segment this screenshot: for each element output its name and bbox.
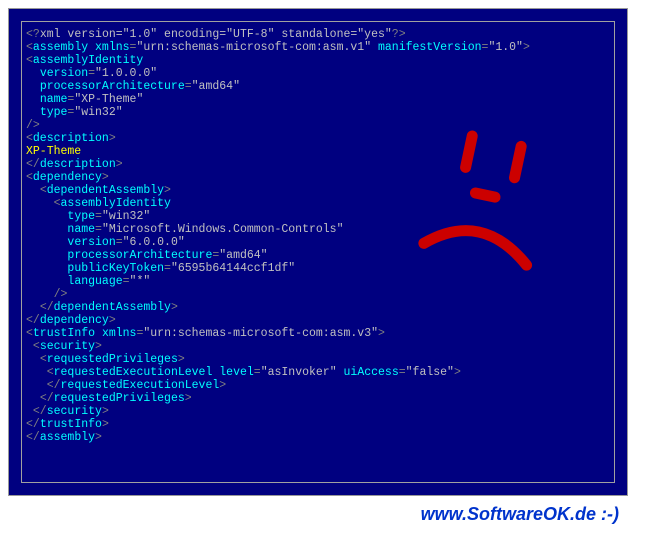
dep-procarch-attr: processorArchitecture xyxy=(67,249,212,262)
description-close: description xyxy=(40,158,116,171)
dependentassembly-open: dependentAssembly xyxy=(47,184,164,197)
dep-version-attr: version xyxy=(67,236,115,249)
security-open: security xyxy=(40,340,95,353)
dep-procarch-val: "amd64" xyxy=(219,249,267,262)
xmlns-attr: xmlns xyxy=(95,41,130,54)
rel-open: requestedExecutionLevel xyxy=(54,366,213,379)
uiaccess-attr: uiAccess xyxy=(344,366,399,379)
requestedprivileges-close: requestedPrivileges xyxy=(54,392,185,405)
xml-decl-close: ?> xyxy=(392,28,406,41)
manifestversion-attr: manifestVersion xyxy=(378,41,482,54)
assemblyidentity-tag: assemblyIdentity xyxy=(33,54,143,67)
description-text: XP-Theme xyxy=(26,145,81,158)
ti-xmlns-val: "urn:schemas-microsoft-com:asm.v3" xyxy=(143,327,378,340)
lang-attr: language xyxy=(67,275,122,288)
trustinfo-close: trustInfo xyxy=(40,418,102,431)
lang-val: "*" xyxy=(130,275,151,288)
dep-type-attr: type xyxy=(67,210,95,223)
description-open: description xyxy=(33,132,109,145)
dep-name-val: "Microsoft.Windows.Common-Controls" xyxy=(102,223,344,236)
xml-code: <?xml version="1.0" encoding="UTF-8" sta… xyxy=(26,28,610,444)
dependency-open: dependency xyxy=(33,171,102,184)
name-val: "XP-Theme" xyxy=(74,93,143,106)
assembly-tag: assembly xyxy=(33,41,88,54)
uiaccess-val: "false" xyxy=(406,366,454,379)
level-val: "asInvoker" xyxy=(261,366,337,379)
type-val: "win32" xyxy=(74,106,122,119)
assembly-close: assembly xyxy=(40,431,95,444)
footer-watermark: www.SoftwareOK.de :-) xyxy=(421,504,619,525)
dependency-close: dependency xyxy=(40,314,109,327)
xml-decl-attrs: version="1.0" encoding="UTF-8" standalon… xyxy=(61,28,392,41)
requestedprivileges-open: requestedPrivileges xyxy=(47,353,178,366)
xml-decl-name: xml xyxy=(40,28,61,41)
dep-name-attr: name xyxy=(67,223,95,236)
trustinfo-open: trustInfo xyxy=(33,327,95,340)
version-attr: version xyxy=(40,67,88,80)
pkt-attr: publicKeyToken xyxy=(67,262,164,275)
pkt-val: "6595b64144ccf1df" xyxy=(171,262,295,275)
dep-type-val: "win32" xyxy=(102,210,150,223)
procarch-attr: processorArchitecture xyxy=(40,80,185,93)
level-attr: level xyxy=(219,366,254,379)
dependentassembly-close: dependentAssembly xyxy=(54,301,171,314)
security-close: security xyxy=(47,405,102,418)
console-window: <?xml version="1.0" encoding="UTF-8" sta… xyxy=(8,8,628,496)
dep-assemblyidentity: assemblyIdentity xyxy=(61,197,171,210)
ti-xmlns-attr: xmlns xyxy=(102,327,137,340)
name-attr: name xyxy=(40,93,68,106)
manifestversion-val: "1.0" xyxy=(488,41,523,54)
xmlns-val: "urn:schemas-microsoft-com:asm.v1" xyxy=(136,41,371,54)
version-val: "1.0.0.0" xyxy=(95,67,157,80)
procarch-val: "amd64" xyxy=(192,80,240,93)
dep-version-val: "6.0.0.0" xyxy=(123,236,185,249)
type-attr: type xyxy=(40,106,68,119)
console-viewport: <?xml version="1.0" encoding="UTF-8" sta… xyxy=(21,21,615,483)
xml-decl-open: <? xyxy=(26,28,40,41)
rel-close: requestedExecutionLevel xyxy=(61,379,220,392)
